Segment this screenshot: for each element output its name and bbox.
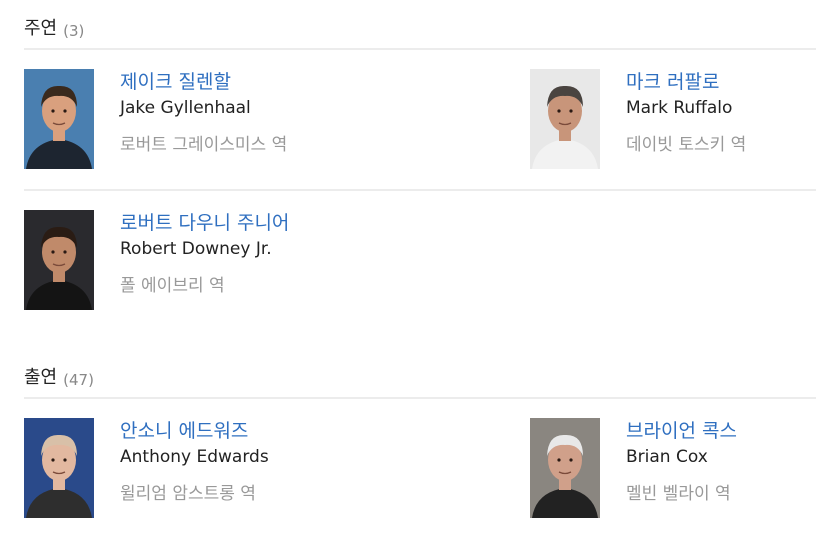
actor-photo[interactable] (530, 418, 600, 518)
actor-korean-name-link[interactable]: 마크 러팔로 (626, 69, 816, 95)
cast-row: 안소니 에드워즈 Anthony Edwards 윌리엄 암스트롱 역 브라이언… (24, 399, 816, 540)
actor-english-name: Anthony Edwards (120, 447, 269, 467)
actor-photo[interactable] (24, 418, 94, 518)
actor-korean-name-link[interactable]: 제이크 질렌할 (120, 69, 340, 95)
section-title: 주연 (24, 18, 58, 39)
section-header: 출연 (47) (24, 349, 816, 399)
actor-korean-name-link[interactable]: 안소니 에드워즈 (120, 418, 340, 444)
portrait-image (530, 69, 600, 169)
cast-card[interactable]: 제이크 질렌할 Jake Gyllenhaal 로버트 그레이스미스 역 (24, 69, 324, 169)
cast-card[interactable]: 안소니 에드워즈 Anthony Edwards 윌리엄 암스트롱 역 (24, 418, 324, 518)
character-role: 로버트 그레이스미스 역 (120, 135, 288, 155)
actor-english-name: Robert Downey Jr. (120, 239, 272, 259)
cast-info: 안소니 에드워즈 Anthony Edwards 윌리엄 암스트롱 역 (120, 418, 340, 506)
section-header: 주연 (3) (24, 0, 816, 50)
actor-english-name: Jake Gyllenhaal (120, 98, 251, 118)
character-role: 폴 에이브리 역 (120, 276, 225, 296)
section-supporting-cast: 출연 (47) 안소니 에드워즈 Anthony Edwards 윌리엄 암스트… (24, 349, 816, 540)
portrait-image (24, 418, 94, 518)
section-title: 출연 (24, 367, 58, 388)
cast-row: 제이크 질렌할 Jake Gyllenhaal 로버트 그레이스미스 역 마크 … (24, 50, 816, 191)
actor-photo[interactable] (24, 69, 94, 169)
cast-info: 마크 러팔로 Mark Ruffalo 데이빗 토스키 역 (626, 69, 816, 157)
actor-photo[interactable] (24, 210, 94, 310)
cast-row: 로버트 다우니 주니어 Robert Downey Jr. 폴 에이브리 역 (24, 191, 816, 332)
portrait-image (530, 418, 600, 518)
cast-card[interactable]: 로버트 다우니 주니어 Robert Downey Jr. 폴 에이브리 역 (24, 210, 324, 310)
actor-english-name: Mark Ruffalo (626, 98, 733, 118)
actor-korean-name-link[interactable]: 로버트 다우니 주니어 (120, 210, 340, 236)
actor-english-name: Brian Cox (626, 447, 708, 467)
cast-card[interactable]: 브라이언 콕스 Brian Cox 멜빈 벨라이 역 (530, 418, 816, 518)
cast-card[interactable]: 마크 러팔로 Mark Ruffalo 데이빗 토스키 역 (530, 69, 816, 169)
cast-info: 로버트 다우니 주니어 Robert Downey Jr. 폴 에이브리 역 (120, 210, 340, 298)
portrait-image (24, 69, 94, 169)
cast-info: 제이크 질렌할 Jake Gyllenhaal 로버트 그레이스미스 역 (120, 69, 340, 157)
cast-info: 브라이언 콕스 Brian Cox 멜빈 벨라이 역 (626, 418, 816, 506)
section-lead-cast: 주연 (3) 제이크 질렌할 Jake Gyllenhaal 로버트 그레이스미… (24, 0, 816, 332)
section-count: (3) (63, 22, 85, 40)
portrait-image (24, 210, 94, 310)
actor-korean-name-link[interactable]: 브라이언 콕스 (626, 418, 816, 444)
character-role: 윌리엄 암스트롱 역 (120, 484, 256, 504)
actor-photo[interactable] (530, 69, 600, 169)
section-count: (47) (63, 371, 94, 389)
character-role: 멜빈 벨라이 역 (626, 484, 731, 504)
character-role: 데이빗 토스키 역 (626, 135, 747, 155)
